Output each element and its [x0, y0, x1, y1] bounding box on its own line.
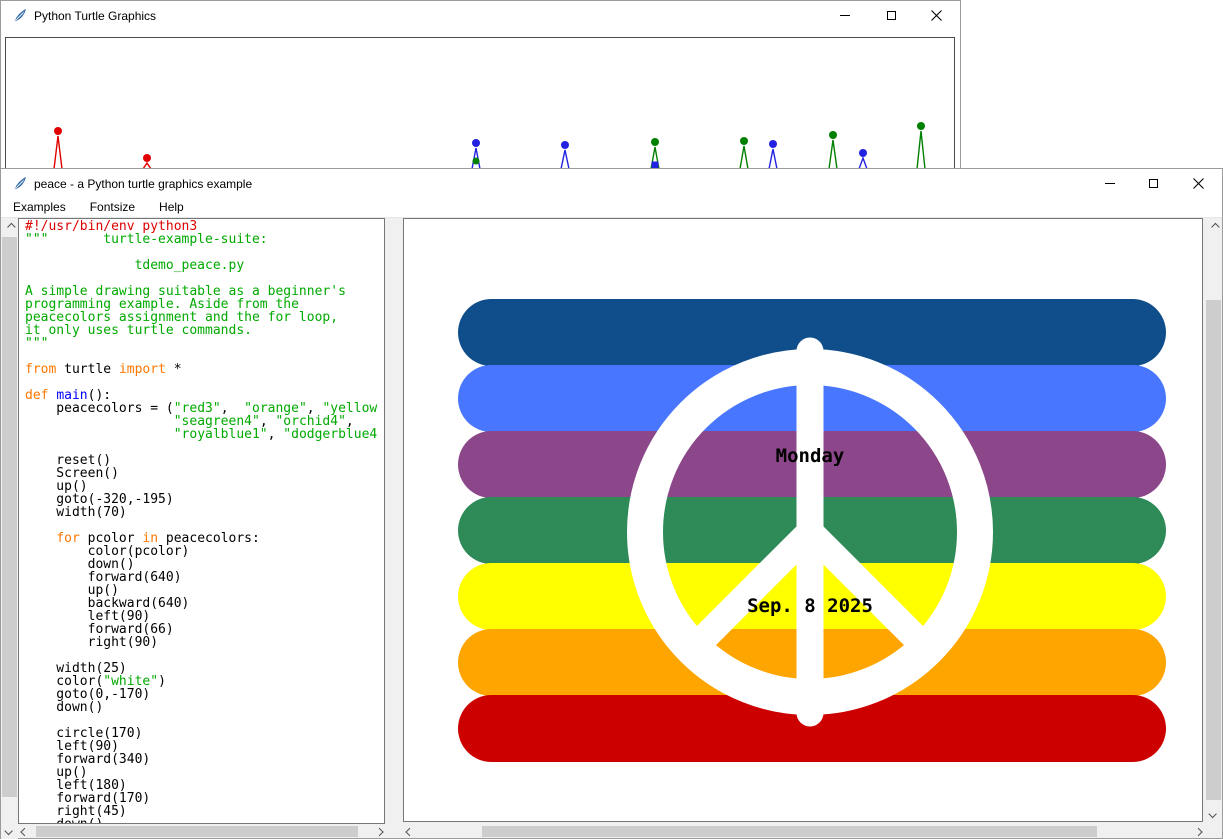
scroll-left-button[interactable] [403, 825, 418, 838]
menu-examples[interactable]: Examples [1, 198, 78, 217]
date-label: Sep. 8 2025 [747, 595, 873, 617]
minimize-button[interactable] [829, 1, 860, 30]
code-horizontal-scrollbar[interactable] [18, 825, 385, 838]
close-icon [931, 10, 942, 21]
peace-example-window: peace - a Python turtle graphics example… [0, 168, 1223, 839]
maximize-icon [1149, 179, 1158, 188]
minimize-icon [1105, 183, 1115, 184]
chevron-right-icon [1194, 827, 1202, 835]
weekday-label: Monday [776, 445, 845, 467]
code-vertical-scrollbar[interactable] [1, 218, 18, 839]
tk-feather-icon [12, 176, 28, 192]
turtle-graphics-window: Python Turtle Graphics [0, 0, 961, 168]
turtle-graphics-canvas[interactable] [5, 37, 955, 169]
scroll-down-button[interactable] [1, 822, 18, 839]
maximize-icon [887, 11, 896, 20]
scroll-right-button[interactable] [1189, 825, 1204, 838]
close-button[interactable] [921, 1, 952, 30]
front-window-titlebar[interactable]: peace - a Python turtle graphics example [1, 169, 1222, 198]
chevron-left-icon [20, 827, 28, 835]
turtle-drawing-canvas[interactable]: Monday Sep. 8 2025 [403, 218, 1203, 822]
close-button[interactable] [1183, 169, 1214, 198]
menu-bar: Examples Fontsize Help [1, 198, 1222, 218]
canvas-vscroll-thumb[interactable] [1206, 300, 1221, 800]
code-hscroll-thumb[interactable] [36, 826, 358, 837]
scroll-up-button[interactable] [1205, 218, 1222, 235]
chevron-down-icon [1208, 809, 1216, 817]
canvas-vertical-scrollbar[interactable] [1205, 218, 1222, 822]
turtle-figures [6, 38, 954, 168]
scroll-up-button[interactable] [1, 218, 18, 235]
canvas-horizontal-scrollbar[interactable] [403, 825, 1203, 838]
minimize-button[interactable] [1094, 169, 1125, 198]
chevron-up-icon [1211, 222, 1219, 230]
chevron-up-icon [7, 222, 15, 230]
source-code-text: #!/usr/bin/env python3""" turtle-example… [25, 220, 377, 824]
code-vscroll-thumb[interactable] [2, 237, 17, 797]
peace-symbol [404, 219, 1202, 821]
tk-feather-icon [12, 8, 28, 24]
scroll-left-button[interactable] [18, 825, 33, 838]
back-window-title: Python Turtle Graphics [34, 9, 156, 23]
front-window-title: peace - a Python turtle graphics example [34, 177, 252, 191]
close-icon [1193, 178, 1204, 189]
source-code-view[interactable]: #!/usr/bin/env python3""" turtle-example… [18, 218, 385, 824]
minimize-icon [840, 15, 850, 16]
back-window-titlebar[interactable]: Python Turtle Graphics [1, 1, 960, 30]
maximize-button[interactable] [876, 1, 907, 30]
menu-help[interactable]: Help [147, 198, 196, 217]
canvas-hscroll-thumb[interactable] [482, 826, 1097, 837]
maximize-button[interactable] [1138, 169, 1169, 198]
chevron-down-icon [4, 826, 12, 834]
chevron-left-icon [405, 827, 413, 835]
scroll-right-button[interactable] [370, 825, 385, 838]
menu-fontsize[interactable]: Fontsize [78, 198, 147, 217]
scroll-down-button[interactable] [1205, 805, 1222, 822]
chevron-right-icon [375, 827, 383, 835]
